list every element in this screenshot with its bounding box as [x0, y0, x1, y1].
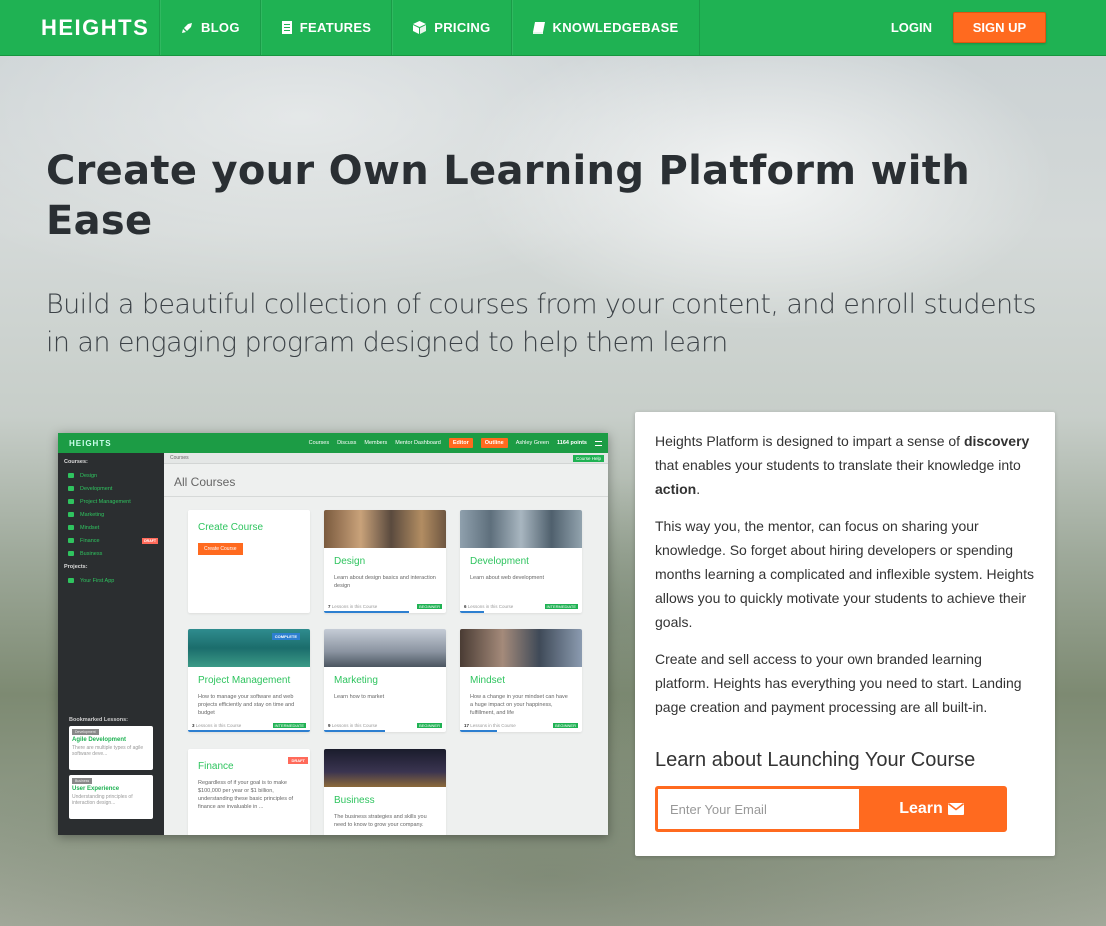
mock-card-image	[324, 629, 446, 667]
mock-divider	[164, 496, 608, 497]
mock-sidebar-project: Your First App	[64, 574, 158, 587]
mock-complete-badge: COMPLETE	[271, 633, 300, 640]
learn-button[interactable]: Learn	[857, 789, 1004, 829]
mock-sidebar-item: Project Management	[64, 495, 158, 508]
mock-progress-bar	[324, 730, 385, 732]
nav-blog-label: BLOG	[201, 20, 240, 35]
nav-blog[interactable]: BLOG	[160, 0, 261, 55]
mock-create-card: Create Course Create Course	[188, 510, 310, 613]
mock-breadcrumb: Courses Course Help	[164, 453, 608, 464]
mock-main: All Courses Create Course Create Course …	[164, 464, 608, 835]
mock-sidebar: Courses: Design Development Project Mana…	[58, 453, 164, 835]
mock-course-card: DRAFT Finance Regardless of if your goal…	[188, 749, 310, 835]
mock-topbar: HEIGHTS Courses Discuss Members Mentor D…	[58, 433, 608, 453]
nav-features-label: FEATURES	[299, 20, 372, 35]
mock-bookmark-card: Development Agile Development There are …	[69, 726, 153, 770]
hero-subtitle: Build a beautiful collection of courses …	[46, 289, 1037, 358]
project-icon	[68, 578, 74, 583]
mock-sidebar-item: Business	[64, 547, 158, 560]
mock-link-members: Members	[364, 440, 388, 446]
nav-pricing-label: PRICING	[434, 20, 491, 35]
info-paragraph-3: Create and sell access to your own brand…	[655, 651, 1022, 715]
mock-progress-bar	[460, 611, 485, 613]
signup-button[interactable]: SIGN UP	[953, 12, 1046, 43]
nav-knowledgebase-label: KNOWLEDGEBASE	[552, 20, 679, 35]
mock-course-card: Marketing Learn how to market 9 Lessons …	[324, 629, 446, 732]
email-signup-form: Learn	[655, 786, 1007, 832]
mock-outline-button: Outline	[480, 438, 508, 448]
mock-points: 1164 points	[557, 440, 587, 446]
cube-icon	[413, 21, 427, 34]
rocket-icon	[182, 22, 192, 33]
knowledgebase-book-icon	[532, 21, 545, 34]
mock-nav-links: Courses Discuss Members Mentor Dashboard…	[309, 438, 608, 448]
mock-draft-badge: DRAFT	[142, 537, 158, 544]
mock-menu-icon	[595, 440, 602, 446]
mock-sidebar-item: Mindset	[64, 521, 158, 534]
nav-knowledgebase[interactable]: KNOWLEDGEBASE	[511, 0, 700, 55]
mock-brand: HEIGHTS	[69, 438, 112, 448]
mock-course-card: Mindset How a change in your mindset can…	[460, 629, 582, 732]
folder-icon	[68, 473, 74, 478]
mock-card-image	[324, 510, 446, 548]
folder-icon	[68, 551, 74, 556]
mock-link-discuss: Discuss	[337, 440, 357, 446]
mock-user-name: Ashley Green	[515, 440, 550, 446]
top-navbar: HEIGHTS BLOG FEATURES PRICING KNOWLEDGEB…	[0, 0, 1106, 56]
mock-progress-bar	[188, 730, 310, 732]
mock-editor-button: Editor	[448, 438, 473, 448]
brand-logo[interactable]: HEIGHTS	[0, 0, 160, 55]
learn-button-label: Learn	[899, 800, 943, 817]
mock-sidebar-item: Marketing	[64, 508, 158, 521]
envelope-icon	[947, 803, 964, 815]
nav-right: LOGIN SIGN UP	[891, 0, 1106, 55]
nav-features[interactable]: FEATURES	[260, 0, 393, 55]
hero-title: Create your Own Learning Platform with E…	[46, 148, 970, 244]
mock-all-courses-title: All Courses	[174, 475, 236, 489]
mock-create-button: Create Course	[198, 543, 243, 555]
mock-card-image	[460, 510, 582, 548]
email-input[interactable]	[658, 789, 857, 829]
mock-link-courses: Courses	[308, 440, 330, 446]
mock-card-image	[460, 629, 582, 667]
info-panel: Heights Platform is designed to impart a…	[635, 412, 1055, 856]
info-paragraph-2: This way you, the mentor, can focus on s…	[655, 518, 1034, 630]
mock-courses-heading: Courses:	[64, 459, 88, 465]
mock-bookmarks-heading: Bookmarked Lessons:	[69, 717, 128, 723]
mock-progress-bar	[460, 730, 497, 732]
info-paragraph-1: Heights Platform is designed to impart a…	[655, 433, 1030, 497]
folder-icon	[68, 499, 74, 504]
product-screenshot: HEIGHTS Courses Discuss Members Mentor D…	[58, 433, 608, 835]
mock-course-card: Design Learn about design basics and int…	[324, 510, 446, 613]
mock-course-card: Business The business strategies and ski…	[324, 749, 446, 835]
folder-icon	[68, 512, 74, 517]
mock-bookmark-card: Business User Experience Understanding p…	[69, 775, 153, 819]
mock-bookmarks: Bookmarked Lessons: Development Agile De…	[64, 717, 158, 835]
mock-progress-bar	[324, 611, 410, 613]
login-link[interactable]: LOGIN	[891, 20, 932, 35]
launch-heading: Learn about Launching Your Course	[655, 749, 976, 771]
folder-icon	[68, 538, 74, 543]
mock-projects-heading: Projects:	[64, 564, 88, 570]
mock-sidebar-item: Development	[64, 482, 158, 495]
mock-sidebar-item: Design	[64, 469, 158, 482]
mock-card-image	[324, 749, 446, 787]
mock-course-card: COMPLETE Project Management How to manag…	[188, 629, 310, 732]
mock-draft-badge: DRAFT	[288, 757, 308, 764]
folder-icon	[68, 486, 74, 491]
folder-icon	[68, 525, 74, 530]
book-icon	[281, 21, 292, 34]
mock-link-dashboard: Mentor Dashboard	[395, 440, 441, 446]
nav-pricing[interactable]: PRICING	[392, 0, 512, 55]
mock-sidebar-item: Finance DRAFT	[64, 534, 158, 547]
mock-course-help: Course Help	[572, 455, 604, 462]
mock-course-card: Development Learn about web development …	[460, 510, 582, 613]
